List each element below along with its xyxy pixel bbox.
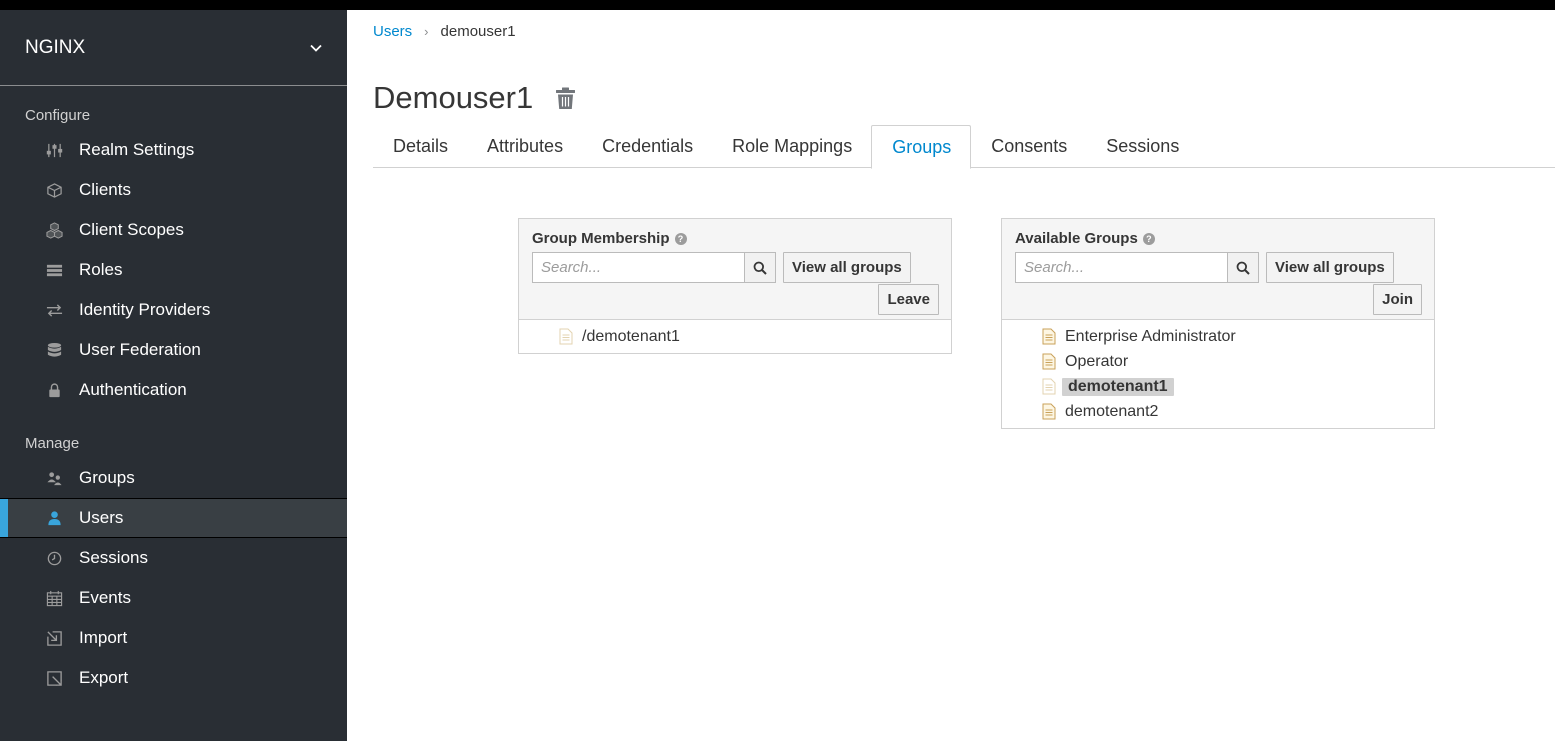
membership-search-input[interactable]: [532, 252, 745, 283]
tab-details[interactable]: Details: [373, 125, 467, 168]
available-search-input[interactable]: [1015, 252, 1228, 283]
file-icon: [1042, 403, 1056, 420]
clock-icon: [44, 548, 64, 568]
database-icon: [44, 340, 64, 360]
sidebar-item-roles[interactable]: Roles: [0, 250, 347, 290]
available-view-all-groups-button[interactable]: View all groups: [1266, 252, 1394, 283]
page-title: Demouser1: [373, 80, 534, 115]
tree-item[interactable]: /demotenant1: [519, 324, 951, 349]
membership-search: [532, 252, 776, 283]
sidebar-item-label: Events: [79, 588, 131, 607]
available-tree: Enterprise Administrator Operator demote…: [1002, 320, 1434, 428]
sidebar-item-identity-providers[interactable]: Identity Providers: [0, 290, 347, 330]
available-groups-panel: Available Groups ? View all groups Join …: [1001, 218, 1435, 429]
sidebar-item-user-federation[interactable]: User Federation: [0, 330, 347, 370]
tree-item-label: Operator: [1065, 352, 1129, 370]
tab-consents[interactable]: Consents: [971, 125, 1086, 168]
sidebar-item-label: User Federation: [79, 340, 201, 359]
tree-item[interactable]: Operator: [1002, 349, 1434, 374]
export-icon: [44, 668, 64, 688]
sidebar-item-label: Authentication: [79, 380, 187, 399]
breadcrumb-users-link[interactable]: Users: [373, 23, 412, 40]
cubes-icon: [44, 220, 64, 240]
sidebar-item-label: Identity Providers: [79, 300, 211, 319]
sidebar-item-groups[interactable]: Groups: [0, 458, 347, 498]
file-icon: [1042, 328, 1056, 345]
sidebar-item-label: Groups: [79, 468, 135, 487]
sidebar-item-label: Realm Settings: [79, 140, 195, 159]
help-icon[interactable]: ?: [1142, 232, 1155, 245]
trash-icon[interactable]: [555, 86, 577, 110]
manage-section-title: Manage: [25, 435, 80, 452]
realm-name: NGINX: [25, 36, 86, 58]
sidebar: NGINX Configure Realm Settings Clients C…: [0, 10, 347, 741]
sliders-icon: [44, 140, 64, 160]
leave-button[interactable]: Leave: [878, 284, 939, 315]
realm-selector[interactable]: NGINX: [0, 10, 347, 86]
sidebar-item-users[interactable]: Users: [0, 498, 347, 538]
tab-sessions[interactable]: Sessions: [1086, 125, 1198, 168]
sidebar-item-authentication[interactable]: Authentication: [0, 370, 347, 410]
sidebar-item-client-scopes[interactable]: Client Scopes: [0, 210, 347, 250]
sidebar-item-label: Client Scopes: [79, 220, 184, 239]
tab-attributes[interactable]: Attributes: [467, 125, 582, 168]
sidebar-item-label: Users: [79, 508, 124, 527]
sidebar-item-label: Export: [79, 668, 129, 687]
membership-view-all-groups-button[interactable]: View all groups: [783, 252, 911, 283]
breadcrumb-separator: ›: [424, 24, 429, 39]
sidebar-item-label: Import: [79, 628, 128, 647]
sidebar-item-clients[interactable]: Clients: [0, 170, 347, 210]
top-bar: [0, 0, 1555, 10]
lock-icon: [44, 380, 64, 400]
tab-groups[interactable]: Groups: [871, 125, 972, 169]
tab-credentials[interactable]: Credentials: [582, 125, 712, 168]
tree-item-label: /demotenant1: [582, 327, 680, 345]
sidebar-item-sessions[interactable]: Sessions: [0, 538, 347, 578]
user-tabs: Details Attributes Credentials Role Mapp…: [373, 125, 1555, 169]
chevron-down-icon: [310, 44, 322, 52]
tab-role-mappings[interactable]: Role Mappings: [712, 125, 871, 168]
group-membership-title-text: Group Membership: [532, 230, 670, 247]
exchange-icon: [44, 300, 64, 320]
group-membership-title: Group Membership ?: [532, 230, 687, 247]
file-icon: [1042, 353, 1056, 370]
configure-section-title: Configure: [25, 107, 91, 124]
sidebar-item-events[interactable]: Events: [0, 578, 347, 618]
group-membership-header: Group Membership ? View all groups Leave: [519, 219, 951, 320]
import-icon: [44, 628, 64, 648]
sidebar-item-label: Clients: [79, 180, 131, 199]
available-groups-title-text: Available Groups: [1015, 230, 1138, 247]
available-groups-title: Available Groups ?: [1015, 230, 1155, 247]
tree-item[interactable]: demotenant2: [1002, 399, 1434, 424]
cube-icon: [44, 180, 64, 200]
users-icon: [44, 468, 64, 488]
tree-item-label: Enterprise Administrator: [1065, 327, 1236, 345]
file-icon: [1042, 378, 1056, 395]
sidebar-item-label: Sessions: [79, 548, 148, 567]
sidebar-item-realm-settings[interactable]: Realm Settings: [0, 130, 347, 170]
main-content: Users › demouser1 Demouser1 Details Attr…: [373, 10, 1555, 741]
sidebar-item-import[interactable]: Import: [0, 618, 347, 658]
calendar-icon: [44, 588, 64, 608]
help-icon[interactable]: ?: [674, 232, 687, 245]
group-membership-panel: Group Membership ? View all groups Leave…: [518, 218, 952, 354]
tree-item-label: demotenant2: [1065, 402, 1159, 420]
join-button[interactable]: Join: [1373, 284, 1422, 315]
tree-item-label: demotenant1: [1062, 377, 1174, 396]
sidebar-item-label: Roles: [79, 260, 123, 279]
search-icon[interactable]: [745, 252, 776, 283]
list-icon: [44, 260, 64, 280]
available-search: [1015, 252, 1259, 283]
file-icon: [559, 328, 573, 345]
sidebar-item-export[interactable]: Export: [0, 658, 347, 698]
search-icon[interactable]: [1228, 252, 1259, 283]
user-icon: [44, 508, 64, 528]
page-header: Demouser1: [373, 80, 577, 116]
breadcrumb: Users › demouser1: [373, 23, 516, 40]
membership-tree: /demotenant1: [519, 320, 951, 353]
tree-item[interactable]: Enterprise Administrator: [1002, 324, 1434, 349]
tree-item-selected[interactable]: demotenant1: [1002, 374, 1434, 399]
breadcrumb-current: demouser1: [440, 23, 516, 40]
available-groups-header: Available Groups ? View all groups Join: [1002, 219, 1434, 320]
